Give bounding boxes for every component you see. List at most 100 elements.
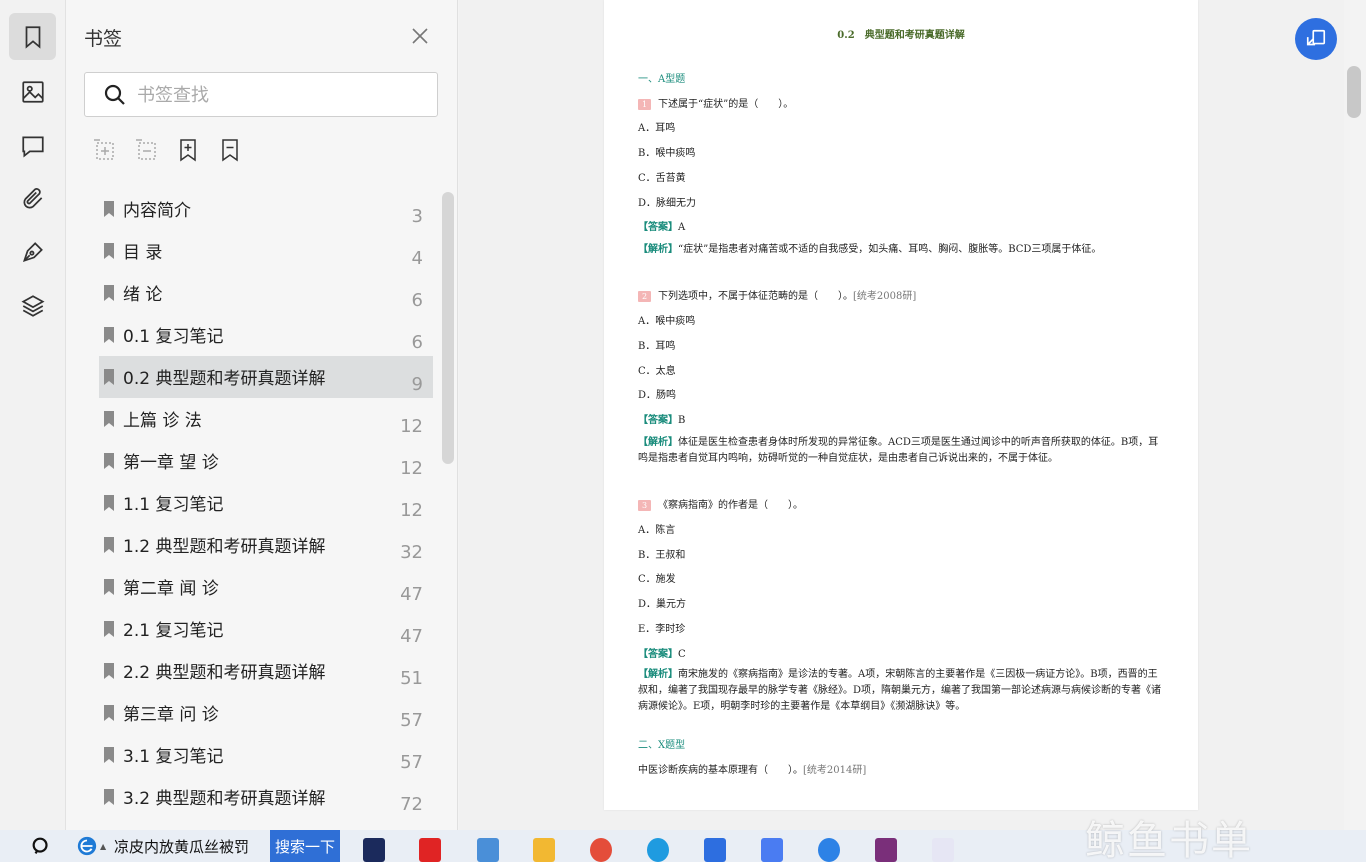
analysis-label: 【解析】 (638, 244, 678, 255)
analysis-text: 南宋施发的《察病指南》是诊法的专著。A项，宋朝陈言的主要著作是《三因极一病证方论… (638, 669, 1162, 712)
question-text: 中医诊断疾病的基本原理有（ ）。 (638, 765, 803, 776)
option: A．耳鸣 (638, 123, 676, 134)
bookmark-label: 绪 论 (123, 285, 163, 305)
bookmark-page: 4 (411, 248, 423, 269)
bookmark-icon (103, 242, 115, 260)
bookmark-item[interactable]: 0.2 典型题和考研真题详解 9 (99, 356, 433, 398)
layers-panel-icon[interactable] (9, 282, 56, 329)
bookmark-item[interactable]: 绪 论 6 (99, 272, 433, 314)
bookmark-item[interactable]: 1.2 典型题和考研真题详解 32 (99, 524, 433, 566)
bookmark-item[interactable]: 第一章 望 诊 12 (99, 440, 433, 482)
bookmark-item[interactable]: 0.1 复习笔记 6 (99, 314, 433, 356)
bookmark-search-input[interactable] (137, 81, 427, 109)
document-scrollbar-thumb[interactable] (1347, 66, 1361, 118)
bookmark-list: 内容简介 3 目 录 4 绪 论 6 0.1 复习笔记 6 0.2 典型题和考研真题详解 9 上篇 … (99, 188, 433, 818)
analysis-label: 【解析】 (638, 669, 678, 680)
option: D．脉细无力 (638, 198, 697, 209)
comment-panel-icon[interactable] (9, 122, 56, 169)
archive-icon[interactable] (875, 838, 897, 862)
bookmark-page: 3 (411, 206, 423, 227)
bookmark-icon (103, 284, 115, 302)
image-panel-icon[interactable] (9, 68, 56, 115)
bookmark-panel-icon[interactable] (9, 13, 56, 60)
bookmark-item[interactable]: 目 录 4 (99, 230, 433, 272)
bookmark-page: 72 (400, 794, 423, 815)
wps-icon[interactable] (419, 838, 441, 862)
bookmark-item[interactable]: 内容简介 3 (99, 188, 433, 230)
browser-icon[interactable] (76, 830, 98, 862)
page-heading: 0.2 典型题和考研真题详解 (837, 30, 965, 41)
taskbar-search-text[interactable]: 凉皮内放黄瓜丝被罚 (114, 830, 249, 862)
option: B．耳鸣 (638, 341, 676, 352)
bookmark-panel: 书签 内容简介 3 目 录 4 绪 论 6 0.1 复习笔记 6 0.2 典型题和考研真题详解 9… (66, 0, 458, 830)
expand-all-icon[interactable] (92, 138, 118, 164)
bookmark-label: 第一章 望 诊 (123, 453, 219, 473)
bookmark-icon (103, 494, 115, 512)
search-icon[interactable] (30, 830, 54, 862)
app-icon[interactable] (932, 838, 954, 862)
bookmark-item[interactable]: 2.2 典型题和考研真题详解 51 (99, 650, 433, 692)
analysis-text: “症状”是指患者对痛苦或不适的自我感受，如头痛、耳鸣、胸闷、腹胀等。BCD三项属… (678, 244, 1102, 255)
answer-label: 【答案】 (638, 649, 678, 660)
bookmark-page: 57 (400, 752, 423, 773)
remove-bookmark-icon[interactable] (218, 138, 244, 164)
edge-icon[interactable] (647, 838, 669, 862)
attachment-panel-icon[interactable] (9, 175, 56, 222)
signature-panel-icon[interactable] (9, 228, 56, 275)
answer: 【答案】C (638, 645, 686, 660)
section-heading: 一、A型题 (638, 74, 686, 85)
convert-icon (1306, 29, 1326, 46)
question-source: [统考2008研] (853, 291, 917, 302)
convert-document-button[interactable] (1295, 18, 1337, 60)
folder-blue-icon[interactable] (704, 838, 726, 862)
document-page: 0.2 典型题和考研真题详解 一、A型题 1 下述属于“症状”的是（ ）。 A．耳… (604, 0, 1198, 810)
answer-label: 【答案】 (638, 222, 678, 233)
caret-up-icon[interactable]: ▲ (100, 830, 106, 862)
answer-label: 【答案】 (638, 415, 678, 426)
bookmark-icon (103, 578, 115, 596)
option: B．王叔和 (638, 550, 686, 561)
bookmark-item[interactable]: 3.2 典型题和考研真题详解 72 (99, 776, 433, 818)
chrome-icon[interactable] (590, 838, 612, 862)
bookmark-icon (103, 326, 115, 344)
bookmark-item[interactable]: 3.1 复习笔记 57 (99, 734, 433, 776)
question-3: 3 《察病指南》的作者是（ ）。 (638, 496, 803, 511)
bookmark-icon (103, 704, 115, 722)
bookmark-item[interactable]: 第二章 闻 诊 47 (99, 566, 433, 608)
document-scrollbar[interactable] (1344, 0, 1366, 830)
question-text: 下述属于“症状”的是（ ）。 (658, 99, 794, 110)
bookmark-icon (103, 410, 115, 428)
bookmark-icon (103, 200, 115, 218)
question-text: 下列选项中，不属于体征范畴的是（ ）。 (658, 291, 853, 302)
analysis: 【解析】“症状”是指患者对痛苦或不适的自我感受，如头痛、耳鸣、胸闷、腹胀等。BC… (638, 242, 1166, 258)
bookmark-label: 上篇 诊 法 (123, 411, 202, 431)
answer-value: A (678, 222, 686, 233)
bookmark-label: 2.1 复习笔记 (123, 621, 224, 641)
notes-icon[interactable] (761, 838, 783, 862)
bookmark-item[interactable]: 上篇 诊 法 12 (99, 398, 433, 440)
files-icon[interactable] (477, 838, 499, 862)
answer: 【答案】A (638, 218, 685, 233)
analysis: 【解析】南宋施发的《察病指南》是诊法的专著。A项，宋朝陈言的主要著作是《三因极一… (638, 667, 1166, 715)
question-number: 1 (638, 99, 651, 110)
document-viewport[interactable]: 0.2 典型题和考研真题详解 一、A型题 1 下述属于“症状”的是（ ）。 A．耳… (459, 0, 1344, 830)
bookmark-item[interactable]: 2.1 复习笔记 47 (99, 608, 433, 650)
bookmark-item[interactable]: 第三章 问 诊 57 (99, 692, 433, 734)
answer-value: B (678, 415, 686, 426)
analysis-text: 体征是医生检查患者身体时所发现的异常征象。ACD三项是医生通过闻诊中的听声音所获… (638, 437, 1159, 464)
cloud-icon[interactable] (818, 838, 840, 862)
bookmark-item[interactable]: 1.1 复习笔记 12 (99, 482, 433, 524)
collapse-all-icon[interactable] (134, 138, 160, 164)
taskbar-search-button[interactable]: 搜索一下 (270, 830, 340, 862)
question-1: 1 下述属于“症状”的是（ ）。 (638, 95, 793, 110)
bookmark-label: 第二章 闻 诊 (123, 579, 219, 599)
bookmark-icon (103, 368, 115, 386)
close-icon[interactable] (408, 24, 432, 48)
photoshop-icon[interactable] (363, 838, 385, 862)
folder-icon[interactable] (533, 838, 555, 862)
analysis-label: 【解析】 (638, 437, 678, 448)
panel-scrollbar-thumb[interactable] (442, 192, 454, 464)
question-x: 中医诊断疾病的基本原理有（ ）。[统考2014研] (638, 761, 866, 776)
add-bookmark-icon[interactable] (176, 138, 202, 164)
bookmark-label: 3.2 典型题和考研真题详解 (123, 789, 326, 809)
